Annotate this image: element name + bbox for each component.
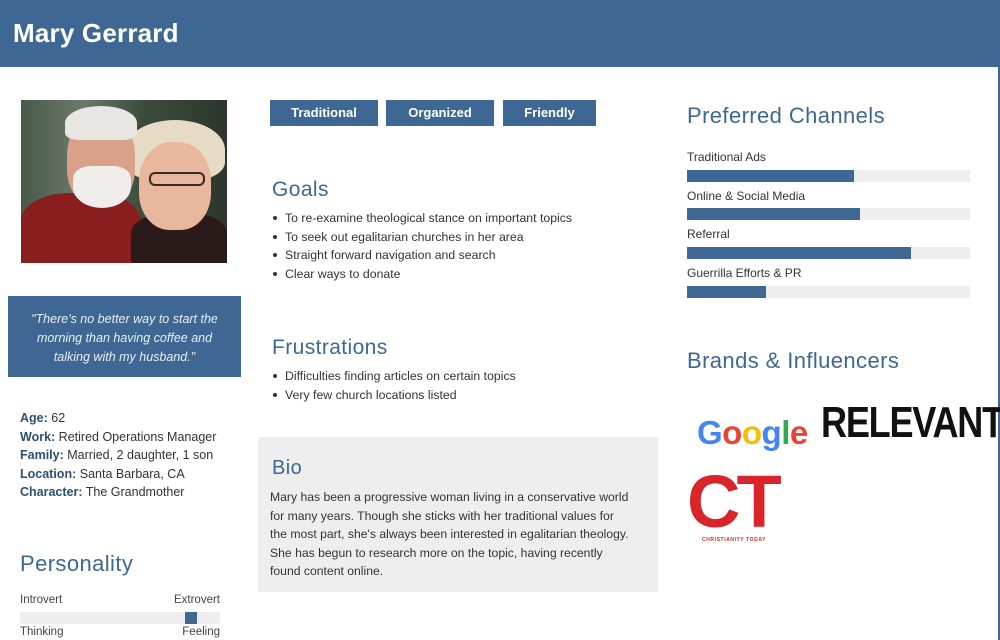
channels-title: Preferred Channels [687, 103, 885, 128]
brands-title: Brands & Influencers [687, 348, 900, 373]
scale-left-label: Thinking [20, 626, 64, 638]
persona-name: Mary Gerrard [13, 18, 179, 48]
tag-traditional: Traditional [270, 100, 378, 126]
scale-left-label: Introvert [20, 594, 63, 606]
tag-friendly: Friendly [503, 100, 596, 126]
personality-track-introvert [20, 612, 220, 624]
list-item: To seek out egalitarian churches in her … [271, 228, 572, 247]
bio-title: Bio [272, 457, 303, 479]
channel-label: Traditional Ads [687, 150, 766, 164]
persona-quote: "There's no better way to start the morn… [8, 296, 241, 377]
google-logo: Google [697, 414, 808, 451]
christianity-today-logo: CT CHRISTIANITY TODAY [687, 460, 782, 544]
tag-organized: Organized [386, 100, 494, 126]
bio-panel: Bio Mary has been a progressive woman li… [258, 437, 658, 592]
goals-title: Goals [272, 178, 329, 201]
fact-location: Location: Santa Barbara, CA [20, 466, 185, 481]
list-item: To re-examine theological stance on impo… [271, 209, 572, 228]
channel-bar-track [687, 286, 970, 298]
bio-text: Mary has been a progressive woman living… [270, 490, 629, 578]
fact-family: Family: Married, 2 daughter, 1 son [20, 448, 214, 463]
channel-bar-track [687, 208, 970, 220]
relevant-logo: RELEVANT [821, 398, 1000, 447]
fact-age: Age: 62 [20, 411, 66, 425]
channel-bar-track [687, 247, 970, 259]
channel-label: Guerrilla Efforts & PR [687, 266, 802, 280]
goals-list: To re-examine theological stance on impo… [271, 209, 572, 283]
scale-right-label: Feeling [182, 626, 220, 638]
frustrations-title: Frustrations [272, 336, 388, 359]
channel-bar-track [687, 170, 970, 182]
fact-character: Character: The Grandmother [20, 485, 185, 500]
persona-facts: Age: 62 Work: Retired Operations Manager… [20, 409, 216, 502]
scale-right-label: Extrovert [173, 594, 220, 606]
persona-photo [21, 100, 227, 263]
list-item: Clear ways to donate [271, 265, 572, 284]
personality-marker [185, 612, 198, 624]
channel-bar-fill [687, 170, 854, 182]
channel-bar-fill [687, 286, 767, 298]
list-item: Very few church locations listed [271, 386, 516, 405]
header-bar: Mary Gerrard [0, 0, 1000, 67]
channel-bar-fill [687, 208, 860, 220]
personality-scale-introvert: Introvert Extrovert [20, 594, 220, 606]
personality-scale-thinking: Thinking Feeling [20, 626, 220, 638]
frustrations-list: Difficulties finding articles on certain… [271, 367, 516, 404]
channel-label: Referral [687, 227, 730, 241]
list-item: Difficulties finding articles on certain… [271, 367, 516, 386]
fact-work: Work: Retired Operations Manager [20, 429, 217, 444]
personality-title: Personality [20, 551, 134, 576]
channel-bar-fill [687, 247, 911, 259]
channel-label: Online & Social Media [687, 189, 806, 203]
list-item: Straight forward navigation and search [271, 246, 572, 265]
